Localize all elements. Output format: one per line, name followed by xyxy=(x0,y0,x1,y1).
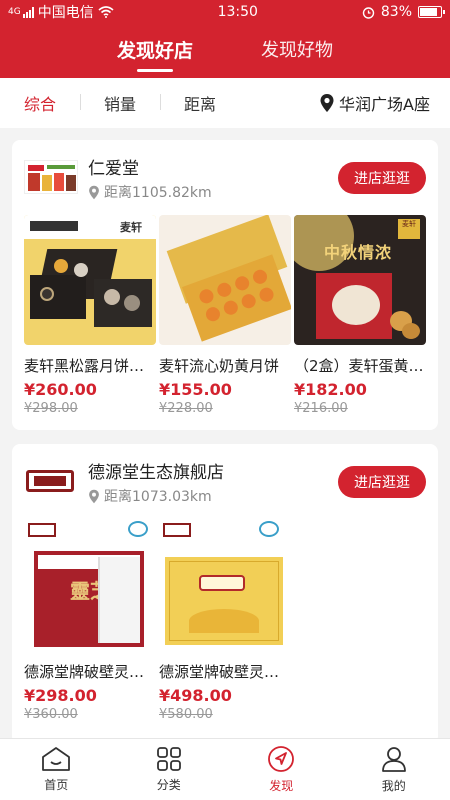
shop-card[interactable]: 德源堂生态旗舰店 距离1073.03km 进店逛逛 靈芝 德源堂牌破壁灵芝孢子粉… xyxy=(12,444,438,738)
nav-home[interactable]: 首页 xyxy=(0,739,113,800)
visit-shop-button[interactable]: 进店逛逛 xyxy=(338,466,426,498)
product-original-price: ¥228.00 xyxy=(159,401,213,416)
distance-label: 距离1073.03km xyxy=(104,489,212,505)
product-item[interactable]: 麦轩 麦轩黑松露月饼礼盒 ¥260.00 ¥298.00 xyxy=(24,215,156,416)
product-item[interactable]: 德源堂牌破壁灵芝孢子粉 ¥498.00 ¥580.00 xyxy=(159,521,291,722)
filter-distance[interactable]: 距离 xyxy=(160,91,240,115)
product-image: 靈芝 xyxy=(24,521,156,651)
network-type: 4G xyxy=(8,6,21,17)
visit-shop-button[interactable]: 进店逛逛 xyxy=(338,162,426,194)
distance-label: 距离1105.82km xyxy=(104,185,212,201)
app-header: 4G 中国电信 13:50 83% 发现好店 发现好物 xyxy=(0,0,450,78)
shop-name: 德源堂生态旗舰店 xyxy=(88,463,224,483)
product-image xyxy=(159,521,291,651)
filter-sales[interactable]: 销量 xyxy=(80,91,160,115)
box-title-text: 中秋情浓 xyxy=(324,243,393,262)
nav-label: 我的 xyxy=(381,779,406,793)
profile-icon xyxy=(381,747,406,772)
product-image: 麦轩 xyxy=(24,215,156,345)
product-name: 麦轩流心奶黄月饼 xyxy=(159,357,280,375)
shop-name: 仁爱堂 xyxy=(88,159,139,179)
tab-discover-goods[interactable]: 发现好物 xyxy=(261,36,333,63)
status-bar: 4G 中国电信 13:50 83% xyxy=(0,0,450,24)
discover-icon xyxy=(268,746,295,772)
nav-category[interactable]: 分类 xyxy=(113,739,226,800)
product-item[interactable]: 麦轩流心奶黄月饼 ¥155.00 ¥228.00 xyxy=(159,215,291,416)
nav-label: 分类 xyxy=(156,778,181,792)
alarm-icon xyxy=(362,6,375,19)
location-pin-icon xyxy=(320,94,334,112)
product-name: 德源堂牌破壁灵芝孢子粉 xyxy=(24,663,156,681)
product-price: ¥155.00 xyxy=(159,380,232,399)
product-original-price: ¥298.00 xyxy=(24,401,78,416)
product-name: 德源堂牌破壁灵芝孢子粉 xyxy=(159,663,291,681)
clock: 13:50 xyxy=(217,4,258,20)
signal-icon: 4G xyxy=(8,6,34,18)
product-item[interactable]: 麦轩 中秋情浓 （2盒）麦轩蛋黄月饼 ¥182.00 ¥216.00 xyxy=(294,215,426,416)
nav-profile[interactable]: 我的 xyxy=(338,739,450,800)
location-label: 华润广场A座 xyxy=(339,95,430,114)
location-pin-icon xyxy=(89,489,99,503)
product-original-price: ¥216.00 xyxy=(294,401,348,416)
brand-text: 麦轩 xyxy=(120,221,142,234)
shop-logo xyxy=(24,160,78,194)
nav-label: 发现 xyxy=(269,779,294,793)
product-name: （2盒）麦轩蛋黄月饼 xyxy=(294,357,426,375)
product-price: ¥260.00 xyxy=(24,380,97,399)
product-original-price: ¥580.00 xyxy=(159,707,213,722)
battery-icon xyxy=(418,6,445,18)
filter-comprehensive[interactable]: 综合 xyxy=(0,91,80,115)
product-image xyxy=(159,215,291,345)
bottom-nav: 首页 分类 发现 我的 xyxy=(0,738,450,800)
location-pin-icon xyxy=(89,185,99,199)
product-original-price: ¥360.00 xyxy=(24,707,78,722)
nav-label: 首页 xyxy=(44,778,69,792)
product-price: ¥498.00 xyxy=(159,686,232,705)
filter-bar: 综合 销量 距离 华润广场A座 xyxy=(0,78,450,128)
product-image: 麦轩 中秋情浓 xyxy=(294,215,426,345)
nav-discover[interactable]: 发现 xyxy=(225,739,338,800)
tab-discover-shops[interactable]: 发现好店 xyxy=(117,36,193,72)
location-selector[interactable]: 华润广场A座 xyxy=(319,91,430,115)
shop-distance: 距离1073.03km xyxy=(88,486,212,506)
home-icon xyxy=(42,747,71,771)
category-icon xyxy=(156,747,181,771)
shop-card[interactable]: 仁爱堂 距离1105.82km 进店逛逛 麦轩 麦轩黑松露月饼礼盒 ¥260.0… xyxy=(12,140,438,430)
product-price: ¥182.00 xyxy=(294,380,367,399)
shop-logo xyxy=(24,464,78,498)
battery-percent: 83% xyxy=(380,4,412,20)
brand-badge: 麦轩 xyxy=(398,219,420,239)
product-item[interactable]: 靈芝 德源堂牌破壁灵芝孢子粉 ¥298.00 ¥360.00 xyxy=(24,521,156,722)
shop-distance: 距离1105.82km xyxy=(88,182,212,202)
wifi-icon xyxy=(98,6,114,18)
top-tabs: 发现好店 发现好物 xyxy=(0,36,450,72)
product-price: ¥298.00 xyxy=(24,686,97,705)
carrier-label: 中国电信 xyxy=(37,5,94,21)
shop-list: 仁爱堂 距离1105.82km 进店逛逛 麦轩 麦轩黑松露月饼礼盒 ¥260.0… xyxy=(0,128,450,738)
product-name: 麦轩黑松露月饼礼盒 xyxy=(24,357,156,375)
